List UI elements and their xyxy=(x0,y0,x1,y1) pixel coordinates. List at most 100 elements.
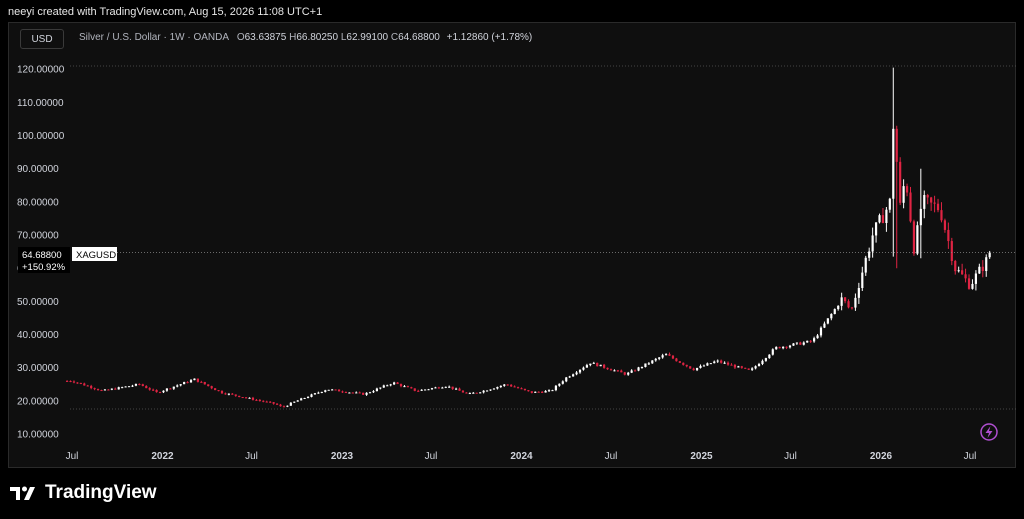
candle-body xyxy=(93,388,96,390)
candle-body xyxy=(372,391,375,393)
candle-body xyxy=(606,367,609,370)
candle-body xyxy=(306,396,310,398)
candle-body xyxy=(905,186,909,193)
candle-body xyxy=(227,393,230,395)
y-tick-label: 100.00000 xyxy=(17,131,65,142)
candle-body xyxy=(124,386,127,388)
candle-body xyxy=(131,385,134,387)
candle-body xyxy=(183,382,186,385)
candle-body xyxy=(203,381,206,385)
candle-body xyxy=(489,389,492,391)
candle-body xyxy=(454,388,458,390)
candle-body xyxy=(902,186,905,203)
price-chart[interactable]: 120.00000 110.00000 100.00000 90.00000 80.00… xyxy=(0,0,1024,519)
candle-body xyxy=(472,392,475,394)
candle-body xyxy=(241,397,244,399)
candle-body xyxy=(603,364,606,368)
candle-body xyxy=(403,386,406,388)
candle-body xyxy=(974,273,978,284)
candle-body xyxy=(637,367,640,371)
candle-body xyxy=(971,283,974,289)
candle-body xyxy=(723,362,726,364)
x-tick-label: Jul xyxy=(245,451,258,462)
candle-body xyxy=(585,365,588,368)
candle-body xyxy=(885,209,888,224)
price-tag: 64.68800 +150.92% XAGUSD xyxy=(18,247,117,273)
candle-body xyxy=(868,251,871,258)
x-tick-label: 2024 xyxy=(510,451,533,462)
candle-body xyxy=(813,338,816,342)
brand-name: TradingView xyxy=(45,482,157,503)
candle-body xyxy=(393,382,396,385)
y-tick-label: 30.00000 xyxy=(17,363,59,374)
candle-body xyxy=(410,387,413,389)
candle-body xyxy=(747,368,750,370)
candle-body xyxy=(406,386,409,388)
candle-body xyxy=(65,380,69,382)
candle-body xyxy=(158,392,162,394)
candle-body xyxy=(695,367,699,371)
candle-body xyxy=(262,400,265,402)
candle-body xyxy=(795,342,798,344)
candle-body xyxy=(988,252,991,258)
candle-body xyxy=(947,229,950,242)
candle-body xyxy=(757,364,761,367)
candle-body xyxy=(561,381,564,384)
candle-body xyxy=(802,342,805,345)
candle-body xyxy=(214,388,217,391)
candle-body xyxy=(434,387,437,389)
x-tick-label: 2026 xyxy=(870,451,893,462)
candle-body xyxy=(685,364,688,367)
candle-body xyxy=(520,388,523,390)
candle-body xyxy=(575,372,578,375)
candle-body xyxy=(244,397,248,399)
candle-body xyxy=(792,343,795,346)
candle-body xyxy=(286,405,289,407)
candle-body xyxy=(269,401,272,403)
y-tick-label: 90.00000 xyxy=(17,164,59,175)
candle-body xyxy=(751,368,754,370)
candle-body xyxy=(923,195,926,209)
y-tick-label: 110.00000 xyxy=(17,98,64,109)
lightning-icon[interactable] xyxy=(980,423,998,441)
candle-body xyxy=(916,225,919,254)
candle-body xyxy=(964,274,967,279)
candle-body xyxy=(589,363,592,366)
candle-body xyxy=(217,390,220,392)
candle-body xyxy=(981,266,984,272)
brand-footer: TradingView xyxy=(10,482,157,504)
candle-body xyxy=(716,360,719,362)
candle-body xyxy=(740,366,743,368)
candle-body xyxy=(169,388,172,390)
candle-body xyxy=(961,270,964,275)
candle-body xyxy=(396,382,399,384)
y-tick-label: 40.00000 xyxy=(17,330,59,341)
candle-body xyxy=(513,386,516,388)
symbol-tag: XAGUSD xyxy=(76,250,116,261)
candle-body xyxy=(957,270,960,272)
candle-body xyxy=(819,327,823,336)
candle-body xyxy=(764,358,768,361)
candle-body xyxy=(362,392,365,395)
candle-body xyxy=(499,385,502,387)
candle-body xyxy=(172,386,175,389)
x-tick-label: Jul xyxy=(605,451,618,462)
candle-body xyxy=(775,346,778,350)
candle-body xyxy=(399,383,403,387)
candle-body xyxy=(843,297,847,302)
candle-body xyxy=(544,390,547,393)
candle-body xyxy=(909,192,912,222)
candle-body xyxy=(368,392,372,394)
candle-body xyxy=(238,395,241,398)
candle-body xyxy=(152,389,155,391)
candle-body xyxy=(382,385,385,388)
candle-body xyxy=(141,384,144,387)
candle-body xyxy=(854,297,857,308)
candle-body xyxy=(127,386,131,388)
candle-body xyxy=(448,386,451,388)
candle-body xyxy=(107,389,110,391)
candle-body xyxy=(609,369,613,371)
candle-body xyxy=(630,370,633,373)
candle-body xyxy=(293,401,296,403)
candle-body xyxy=(189,380,193,383)
